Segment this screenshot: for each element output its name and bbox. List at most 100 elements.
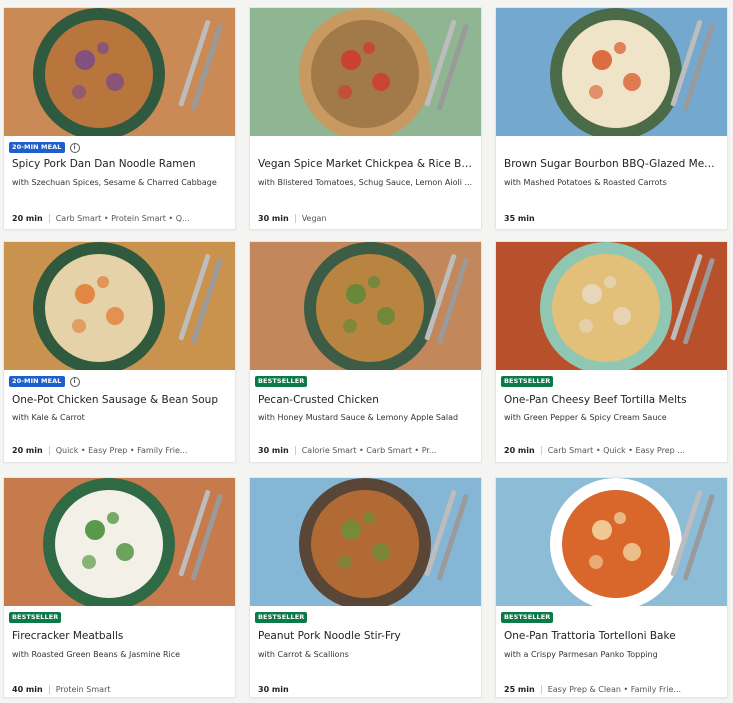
recipe-tags: Easy Prep & Clean • Family Frie...	[547, 685, 682, 694]
cook-time: 30 min	[258, 446, 289, 455]
recipe-subtitle: with a Crispy Parmesan Panko Topping	[504, 650, 658, 659]
bestseller-badge: BESTSELLER	[255, 612, 308, 623]
info-icon[interactable]: i	[69, 142, 80, 153]
recipe-meta: 20 min Carb Smart • Protein Smart • Q...	[12, 214, 227, 223]
recipe-photo	[496, 242, 727, 370]
recipe-card[interactable]: Brown Sugar Bourbon BBQ-Glazed Meatba...…	[496, 8, 727, 229]
badge-row: BESTSELLER	[501, 376, 554, 387]
recipe-photo	[250, 478, 481, 606]
meta-divider	[294, 446, 296, 455]
recipe-tags: Carb Smart • Quick • Easy Prep ...	[547, 446, 685, 455]
cook-time: 35 min	[504, 214, 535, 223]
meta-divider	[48, 446, 50, 455]
recipe-card-body: BESTSELLER Pecan-Crusted Chicken with Hone…	[250, 370, 481, 462]
cook-time: 25 min	[504, 685, 535, 694]
recipe-meta: 30 min	[258, 685, 473, 694]
recipe-meta: 25 min Easy Prep & Clean • Family Frie...	[504, 685, 719, 694]
recipe-subtitle: with Blistered Tomatoes, Schug Sauce, Le…	[258, 178, 473, 187]
badge-row: BESTSELLER	[255, 376, 308, 387]
bestseller-badge: BESTSELLER	[501, 612, 554, 623]
recipe-image[interactable]	[4, 478, 235, 606]
quick-meal-badge: 20-MIN MEAL	[9, 376, 65, 387]
recipe-photo	[4, 8, 235, 136]
recipe-card[interactable]: BESTSELLER Pecan-Crusted Chicken with Hone…	[250, 242, 481, 462]
recipe-photo	[496, 8, 727, 136]
info-icon[interactable]: i	[69, 376, 80, 387]
recipe-card-body: 20-MIN MEAL i Spicy Pork Dan Dan Noodle Ra…	[4, 136, 235, 229]
recipe-subtitle: with Honey Mustard Sauce & Lemony Apple …	[258, 413, 459, 422]
recipe-card[interactable]: Vegan Spice Market Chickpea & Rice Bowls…	[250, 8, 481, 229]
recipe-tags: Carb Smart • Protein Smart • Q...	[55, 214, 190, 223]
recipe-title[interactable]: Spicy Pork Dan Dan Noodle Ramen	[12, 158, 227, 170]
recipe-image[interactable]	[496, 478, 727, 606]
recipe-tags: Calorie Smart • Carb Smart • Pr...	[301, 446, 437, 455]
recipe-meta: 40 min Protein Smart	[12, 685, 227, 694]
recipe-subtitle: with Mashed Potatoes & Roasted Carrots	[504, 178, 667, 187]
quick-meal-badge: 20-MIN MEAL	[9, 142, 65, 153]
recipe-title[interactable]: Pecan-Crusted Chicken	[258, 394, 473, 406]
recipe-subtitle: with Carrot & Scallions	[258, 650, 349, 659]
meta-divider	[48, 214, 50, 223]
cook-time: 20 min	[12, 446, 43, 455]
recipe-subtitle: with Roasted Green Beans & Jasmine Rice	[12, 650, 181, 659]
recipe-title[interactable]: Firecracker Meatballs	[12, 630, 227, 642]
recipe-image[interactable]	[496, 8, 727, 136]
recipe-tags: Vegan	[301, 214, 327, 223]
recipe-photo	[4, 478, 235, 606]
recipe-card[interactable]: 20-MIN MEAL i One-Pot Chicken Sausage & Be…	[4, 242, 235, 462]
recipe-card-body: 20-MIN MEAL i One-Pot Chicken Sausage & Be…	[4, 370, 235, 462]
recipe-image[interactable]	[250, 8, 481, 136]
recipe-subtitle: with Kale & Carrot	[12, 413, 85, 422]
recipe-card-body: Vegan Spice Market Chickpea & Rice Bowls…	[250, 136, 481, 229]
badge-row: BESTSELLER	[9, 612, 62, 623]
badge-row: 20-MIN MEAL i	[9, 376, 80, 387]
recipe-card[interactable]: BESTSELLER One-Pan Cheesy Beef Tortilla M…	[496, 242, 727, 462]
recipe-tags: Protein Smart	[55, 685, 111, 694]
meta-divider	[48, 685, 50, 694]
meta-divider	[540, 446, 542, 455]
recipe-subtitle: with Szechuan Spices, Sesame & Charred C…	[12, 178, 217, 187]
recipe-tags: Quick • Easy Prep • Family Frie...	[55, 446, 188, 455]
bestseller-badge: BESTSELLER	[9, 612, 62, 623]
recipe-meta: 30 min Calorie Smart • Carb Smart • Pr...	[258, 446, 473, 455]
cook-time: 20 min	[504, 446, 535, 455]
recipe-meta: 30 min Vegan	[258, 214, 473, 223]
recipe-title[interactable]: One-Pot Chicken Sausage & Bean Soup	[12, 394, 227, 406]
recipe-meta: 20 min Carb Smart • Quick • Easy Prep ...	[504, 446, 719, 455]
recipe-title[interactable]: Peanut Pork Noodle Stir-Fry	[258, 630, 473, 642]
recipe-image[interactable]	[4, 8, 235, 136]
recipe-card[interactable]: BESTSELLER Peanut Pork Noodle Stir-Fry wit…	[250, 478, 481, 697]
cook-time: 40 min	[12, 685, 43, 694]
cook-time: 20 min	[12, 214, 43, 223]
recipe-card[interactable]: 20-MIN MEAL i Spicy Pork Dan Dan Noodle Ra…	[4, 8, 235, 229]
recipe-card[interactable]: BESTSELLER One-Pan Trattoria Tortelloni B…	[496, 478, 727, 697]
badge-row: BESTSELLER	[255, 612, 308, 623]
badge-row: 20-MIN MEAL i	[9, 142, 80, 153]
recipe-image[interactable]	[4, 242, 235, 370]
recipe-grid: 20-MIN MEAL i Spicy Pork Dan Dan Noodle Ra…	[0, 0, 733, 703]
cook-time: 30 min	[258, 685, 289, 694]
recipe-title[interactable]: One-Pan Trattoria Tortelloni Bake	[504, 630, 719, 642]
recipe-image[interactable]	[496, 242, 727, 370]
recipe-card-body: BESTSELLER Firecracker Meatballs with Roas…	[4, 606, 235, 697]
badge-row: BESTSELLER	[501, 612, 554, 623]
recipe-card-body: BESTSELLER One-Pan Trattoria Tortelloni B…	[496, 606, 727, 697]
recipe-card-body: BESTSELLER Peanut Pork Noodle Stir-Fry wit…	[250, 606, 481, 697]
recipe-image[interactable]	[250, 242, 481, 370]
recipe-card-body: BESTSELLER One-Pan Cheesy Beef Tortilla M…	[496, 370, 727, 462]
recipe-meta: 20 min Quick • Easy Prep • Family Frie...	[12, 446, 227, 455]
recipe-image[interactable]	[250, 478, 481, 606]
cook-time: 30 min	[258, 214, 289, 223]
recipe-title[interactable]: Vegan Spice Market Chickpea & Rice Bowls	[258, 158, 473, 170]
meta-divider	[540, 685, 542, 694]
recipe-title[interactable]: Brown Sugar Bourbon BBQ-Glazed Meatba...	[504, 158, 719, 170]
recipe-meta: 35 min	[504, 214, 719, 223]
bestseller-badge: BESTSELLER	[255, 376, 308, 387]
recipe-title[interactable]: One-Pan Cheesy Beef Tortilla Melts	[504, 394, 719, 406]
recipe-photo	[250, 242, 481, 370]
recipe-card[interactable]: BESTSELLER Firecracker Meatballs with Roas…	[4, 478, 235, 697]
recipe-card-body: Brown Sugar Bourbon BBQ-Glazed Meatba...…	[496, 136, 727, 229]
recipe-photo	[496, 478, 727, 606]
bestseller-badge: BESTSELLER	[501, 376, 554, 387]
recipe-subtitle: with Green Pepper & Spicy Cream Sauce	[504, 413, 667, 422]
